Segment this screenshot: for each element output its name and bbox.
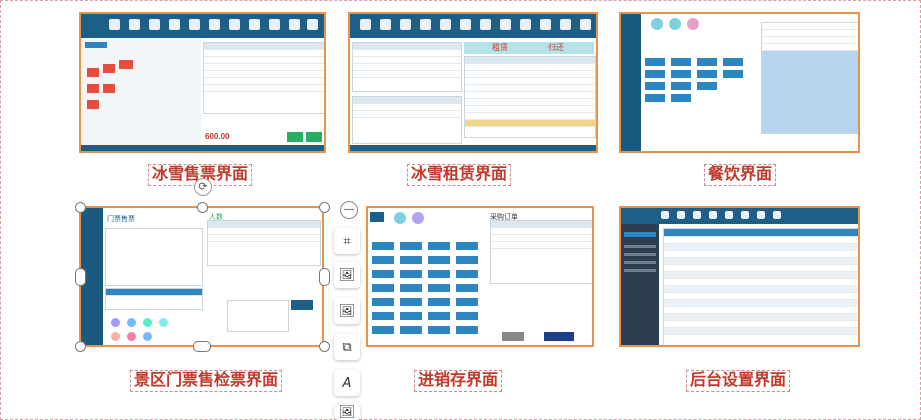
member-grid [352,96,462,144]
tool-icons [111,318,195,344]
checkout-button[interactable] [306,132,322,142]
collapse-toolbar-button[interactable]: — [340,201,358,219]
rental-item-grid [464,56,596,138]
image-more-icon[interactable]: 🖼 [334,404,360,420]
status-bar [350,145,596,151]
confirm-button[interactable] [544,332,574,341]
rental-records-grid [352,42,462,92]
thumbnail-inventory[interactable]: 采购订单 [366,206,594,347]
order-list [761,22,858,134]
settings-menu [621,224,659,345]
caption-inventory: 进销存界面 [414,370,503,392]
pay-button[interactable] [287,132,303,142]
resize-handle-br[interactable] [319,341,330,352]
resize-handle-left[interactable] [75,268,86,286]
status-bar [81,145,324,151]
resize-handle-tl[interactable] [75,202,86,213]
caption-catering: 餐饮界面 [704,164,777,186]
app-toolbar [350,14,596,38]
thumbnail-catering[interactable] [619,12,860,153]
sale-grid [207,220,321,266]
cancel-button[interactable] [502,332,524,341]
resize-handle-right[interactable] [319,268,330,286]
thumbnail-scenic-ticketing[interactable]: 门票售票 人数 [79,206,324,347]
font-style-icon[interactable]: A [334,370,360,396]
product-buttons [372,242,486,342]
settings-grid [663,228,858,345]
thumbnail-ice-rental[interactable]: 租赁 归还 [348,12,598,153]
crop-icon[interactable]: ⌗ [334,228,360,254]
thumbnail-ice-ticket-sale[interactable]: 600.00 [79,12,326,153]
resize-handle-bottom[interactable] [193,341,211,352]
ticket-list [105,288,203,310]
image-edit-icon[interactable]: 🖼 [334,262,360,288]
caption-ice-rental: 冰雪租赁界面 [407,164,512,186]
sell-button[interactable] [291,300,313,310]
resize-handle-bl[interactable] [75,341,86,352]
resize-handle-tr[interactable] [319,202,330,213]
scenic-title: 门票售票 [107,216,135,223]
thumbnail-admin-settings[interactable] [619,206,860,347]
app-toolbar [81,14,324,38]
tab-rent[interactable]: 租赁 [492,42,508,53]
resize-handle-top[interactable] [197,202,208,213]
ticket-type-grid [105,228,203,286]
order-grid [490,220,592,284]
dish-buttons [645,58,757,108]
ticket-button-panel [81,38,201,145]
tab-return[interactable]: 归还 [548,42,564,53]
copy-icon[interactable]: ⧉ [334,334,360,360]
rental-tabs: 租赁 归还 [464,42,594,54]
payment-form [227,300,289,332]
app-sidebar [621,14,641,151]
sale-total: 600.00 [205,132,230,141]
image-replace-icon[interactable]: 🖼 [334,298,360,324]
caption-scenic-ticketing: 景区门票售检票界面 [130,370,283,392]
caption-admin-settings: 后台设置界面 [686,370,791,392]
rotate-handle-icon[interactable]: ⟳ [194,178,212,196]
app-toolbar [621,208,858,224]
sale-grid [203,42,324,114]
